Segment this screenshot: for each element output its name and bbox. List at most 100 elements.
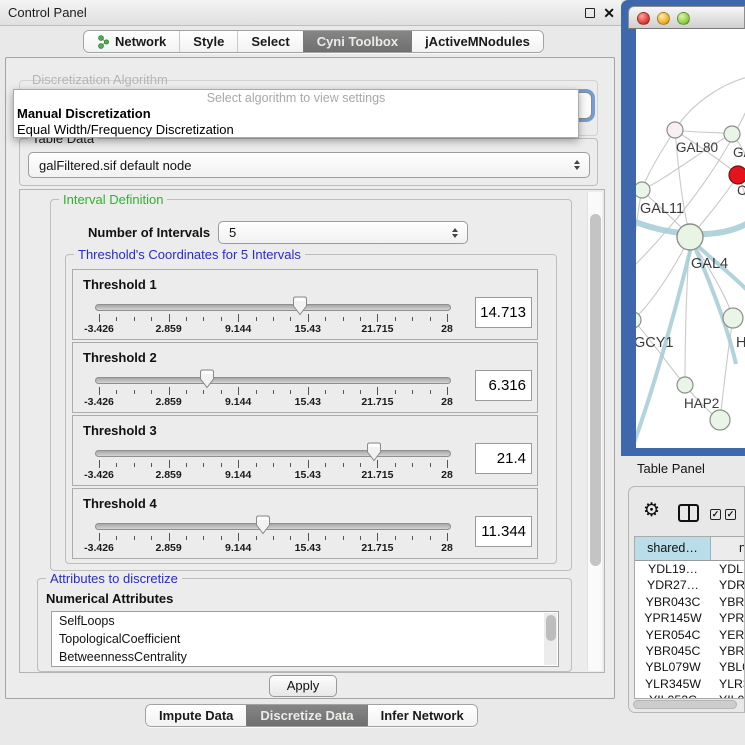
tab-select[interactable]: Select: [237, 31, 302, 52]
slider-scale-label: -3.426: [84, 396, 114, 408]
numerical-attributes-label: Numerical Attributes: [46, 591, 173, 606]
node-hap2[interactable]: [677, 377, 693, 393]
slider-scale-label: 15.43: [295, 396, 321, 408]
table-row[interactable]: YDL19…YDL1: [635, 561, 745, 577]
slider-scale-label: -3.426: [84, 323, 114, 335]
threshold-slider-thumb[interactable]: [255, 515, 271, 535]
algorithm-dropdown-popup: Select algorithm to view settings Manual…: [13, 89, 579, 138]
label-gal4: GAL4: [691, 256, 728, 272]
threshold-label: Threshold 1: [83, 277, 157, 292]
node-bottom-partial[interactable]: [710, 410, 730, 430]
slider-scale-label: 28: [441, 469, 453, 481]
tab-impute-data[interactable]: Impute Data: [146, 705, 246, 726]
threshold-slider-thumb[interactable]: [366, 442, 382, 462]
slider-scale-label: 15.43: [295, 542, 321, 554]
table-data-combobox[interactable]: galFiltered.sif default node: [28, 152, 590, 178]
thresholds-group-title: Threshold's Coordinates for 5 Intervals: [74, 247, 305, 262]
zoom-traffic-light-icon[interactable]: [677, 12, 690, 25]
apply-button[interactable]: Apply: [269, 675, 337, 697]
minimize-traffic-light-icon[interactable]: [657, 12, 670, 25]
table-row[interactable]: YBL079WYBL0: [635, 659, 745, 675]
table-panel: ⚙ ✓ ✓ shared… na YDL19…YDL1YDR27…YDR2YBR…: [628, 486, 745, 713]
threshold-slider-track[interactable]: [95, 450, 451, 457]
table-row[interactable]: YLR345WYLR3: [635, 676, 745, 692]
bottom-tab-bar: Impute Data Discretize Data Infer Networ…: [145, 704, 478, 727]
slider-scale-label: 2.859: [155, 396, 181, 408]
attributes-list-scrollbar[interactable]: [544, 613, 557, 665]
tab-style-label: Style: [193, 31, 224, 52]
top-tab-bar: Network Style Select Cyni Toolbox jActiv…: [83, 30, 544, 53]
number-of-intervals-combobox[interactable]: 5: [218, 221, 468, 244]
slider-scale-label: 9.144: [225, 469, 251, 481]
interval-definition-title: Interval Definition: [59, 192, 167, 207]
tab-network[interactable]: Network: [84, 31, 179, 52]
threshold-value-field[interactable]: 11.344: [475, 516, 532, 547]
node-h[interactable]: [723, 308, 743, 328]
table-horizontal-scrollbar[interactable]: [633, 700, 741, 710]
close-traffic-light-icon[interactable]: [637, 12, 650, 25]
tab-style[interactable]: Style: [179, 31, 237, 52]
gear-icon[interactable]: ⚙: [643, 499, 660, 522]
settings-vertical-scrollbar[interactable]: [587, 192, 602, 671]
network-canvas[interactable]: GAL80 GA C GAL11 GAL4 GCY1 H HAP2: [636, 29, 745, 448]
tab-infer-network[interactable]: Infer Network: [367, 705, 477, 726]
slider-scale-label: 21.715: [361, 542, 393, 554]
threshold-panel: Threshold 1 -3.4262.8599.14415.4321.7152…: [72, 269, 538, 340]
node-gal80[interactable]: [667, 122, 683, 138]
node-red-selected[interactable]: [729, 166, 745, 184]
column-header-shared-name[interactable]: shared…: [635, 537, 711, 560]
tab-discretize-data[interactable]: Discretize Data: [246, 705, 366, 726]
node-attribute-table[interactable]: shared… na YDL19…YDL1YDR27…YDR2YBR043CYB…: [634, 536, 745, 699]
slider-scale-label: 28: [441, 396, 453, 408]
dropdown-item-equal-width-frequency[interactable]: Equal Width/Frequency Discretization: [17, 122, 234, 137]
close-icon[interactable]: ✕: [603, 4, 615, 22]
slider-scale-label: 2.859: [155, 469, 181, 481]
slider-scale-label: 21.715: [361, 323, 393, 335]
slider-scale-label: -3.426: [84, 469, 114, 481]
tab-jactivemnodules[interactable]: jActiveMNodules: [411, 31, 543, 52]
numerical-attributes-list[interactable]: SelfLoopsTopologicalCoefficientBetweenne…: [51, 611, 559, 667]
threshold-slider-track[interactable]: [95, 304, 451, 311]
checkbox-icon[interactable]: ✓: [710, 509, 721, 520]
table-row[interactable]: YDR27…YDR2: [635, 577, 745, 593]
threshold-slider-track[interactable]: [95, 523, 451, 530]
checkbox-icon[interactable]: ✓: [725, 509, 736, 520]
dropdown-item-manual-discretization[interactable]: Manual Discretization: [17, 106, 151, 121]
table-row[interactable]: YER054CYER0: [635, 627, 745, 643]
label-c-clipped: C: [737, 183, 745, 198]
threshold-slider-thumb[interactable]: [292, 296, 308, 316]
column-header-name[interactable]: na: [711, 537, 745, 560]
threshold-value-field[interactable]: 21.4: [475, 443, 532, 474]
threshold-value-field[interactable]: 14.713: [475, 297, 532, 328]
table-row[interactable]: YBR045CYBR0: [635, 643, 745, 659]
attribute-list-item[interactable]: TopologicalCoefficient: [52, 630, 558, 648]
node-top-right[interactable]: [724, 126, 740, 142]
node-gal4[interactable]: [677, 224, 703, 250]
number-of-intervals-label: Number of Intervals: [88, 225, 210, 240]
threshold-value-field[interactable]: 6.316: [475, 370, 532, 401]
table-row[interactable]: YPR145WYPR1: [635, 610, 745, 626]
table-panel-title: Table Panel: [637, 461, 705, 476]
dropdown-placeholder-item[interactable]: Select algorithm to view settings: [14, 91, 578, 105]
node-gcy1[interactable]: [636, 312, 641, 328]
tab-cyni-toolbox[interactable]: Cyni Toolbox: [303, 31, 411, 52]
threshold-slider-track[interactable]: [95, 377, 451, 384]
slider-scale-label: 28: [441, 542, 453, 554]
tab-infer-network-label: Infer Network: [381, 705, 464, 726]
label-gal11: GAL11: [640, 201, 684, 217]
attributes-group-title: Attributes to discretize: [46, 571, 182, 586]
slider-scale-label: 15.43: [295, 469, 321, 481]
network-view-window: GAL80 GA C GAL11 GAL4 GCY1 H HAP2: [621, 0, 745, 456]
slider-scale-label: 2.859: [155, 542, 181, 554]
float-window-icon[interactable]: [585, 8, 595, 18]
column-layout-icon[interactable]: [678, 504, 699, 522]
interval-definition-group: Interval Definition Number of Intervals …: [50, 199, 572, 571]
table-header-row: shared… na: [635, 537, 745, 561]
attribute-list-item[interactable]: BetweennessCentrality: [52, 648, 558, 666]
attribute-list-item[interactable]: SelfLoops: [52, 612, 558, 630]
table-row[interactable]: YIL052CYIL0: [635, 692, 745, 699]
threshold-slider-thumb[interactable]: [199, 369, 215, 389]
table-row[interactable]: YBR043CYBR0: [635, 594, 745, 610]
node-gal11[interactable]: [636, 182, 650, 198]
slider-scale-label: 9.144: [225, 396, 251, 408]
